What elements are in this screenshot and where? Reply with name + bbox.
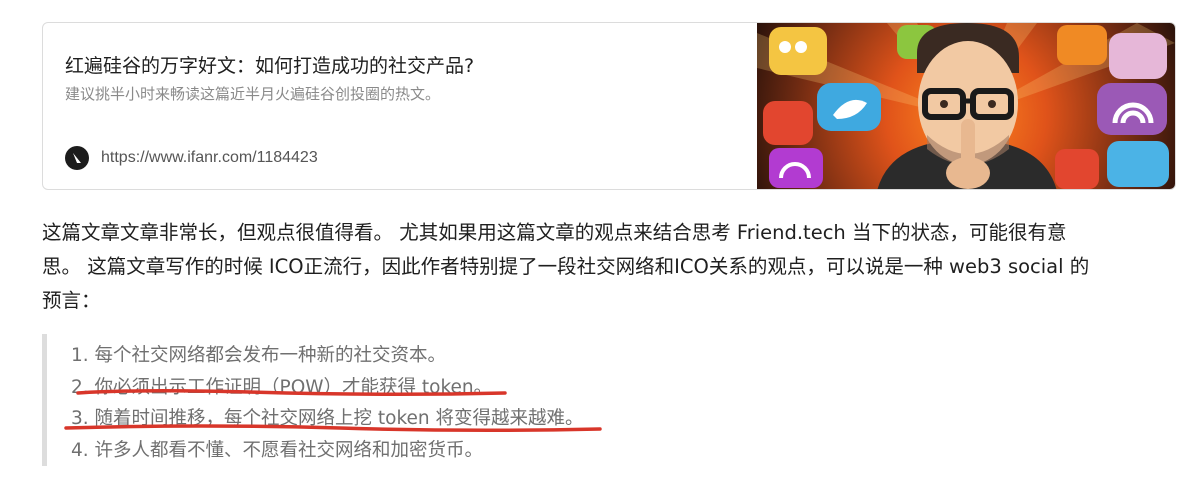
paragraph-line: 这篇文章文章非常长，但观点很值得看。 尤其如果用这篇文章的观点来结合思考 Fri… <box>42 221 1067 244</box>
link-preview-thumbnail <box>757 23 1175 189</box>
quote-item: 3. 随着时间推移，每个社交网络上挖 token 将变得越来越难。 <box>71 408 584 429</box>
quote-item: 2. 你必须出示工作证明（POW）才能获得 token。 <box>71 376 493 398</box>
link-preview-description: 建议挑半小时来畅读这篇近半月火遍硅谷创投圈的热文。 <box>65 85 441 103</box>
link-preview-source[interactable]: https://www.ifanr.com/1184423 <box>65 146 318 170</box>
ifanr-logo-glyph <box>73 153 81 163</box>
link-preview-url[interactable]: https://www.ifanr.com/1184423 <box>101 149 318 167</box>
thumbnail-illustration <box>757 23 1175 189</box>
article-paragraph: 这篇文章文章非常长，但观点很值得看。 尤其如果用这篇文章的观点来结合思考 Fri… <box>42 216 1162 318</box>
quote-item: 4. 许多人都看不懂、不愿看社交网络和加密货币。 <box>71 439 484 461</box>
paragraph-line: 预言： <box>42 289 101 312</box>
link-preview-card[interactable]: 红遍硅谷的万字好文：如何打造成功的社交产品? 建议挑半小时来畅读这篇近半月火遍硅… <box>42 22 1176 190</box>
link-preview-title[interactable]: 红遍硅谷的万字好文：如何打造成功的社交产品? <box>65 51 474 78</box>
page: 红遍硅谷的万字好文：如何打造成功的社交产品? 建议挑半小时来畅读这篇近半月火遍硅… <box>0 0 1200 479</box>
ifanr-logo-icon <box>65 146 89 170</box>
link-preview-text: 红遍硅谷的万字好文：如何打造成功的社交产品? 建议挑半小时来畅读这篇近半月火遍硅… <box>43 23 757 189</box>
quote-item: 1. 每个社交网络都会发布一种新的社交资本。 <box>71 345 447 366</box>
blockquote: 1. 每个社交网络都会发布一种新的社交资本。 2. 你必须出示工作证明（POW）… <box>42 334 742 466</box>
quote-list: 1. 每个社交网络都会发布一种新的社交资本。 2. 你必须出示工作证明（POW）… <box>71 340 584 466</box>
paragraph-line: 思。 这篇文章写作的时候 ICO正流行，因此作者特别提了一段社交网络和ICO关系… <box>42 255 1090 278</box>
